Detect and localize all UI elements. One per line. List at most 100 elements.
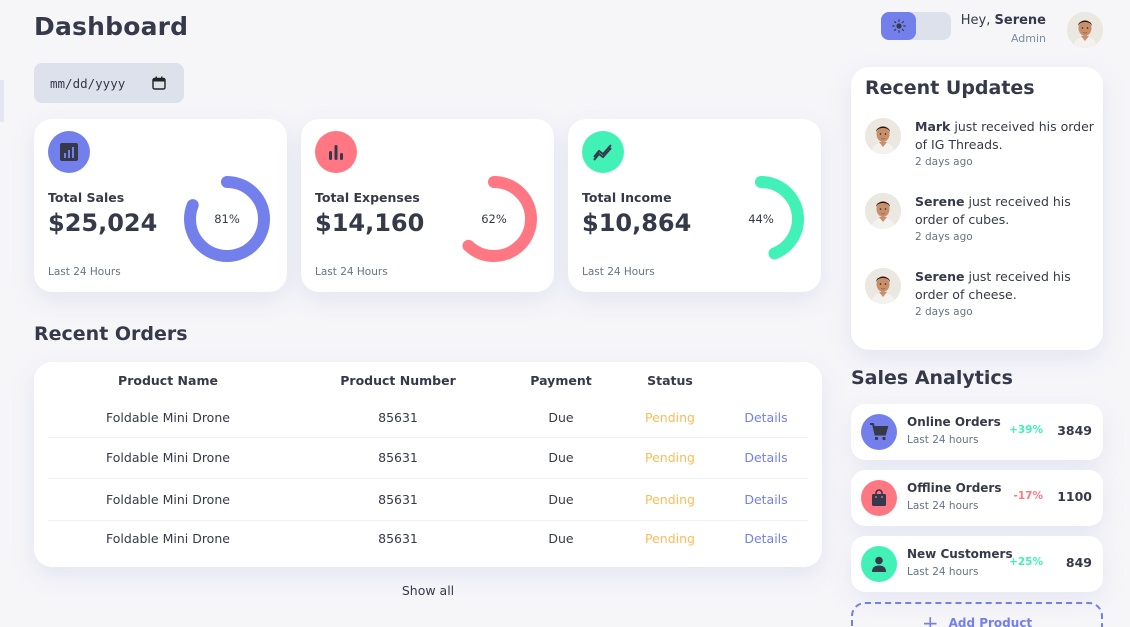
- insight-card-income: Total Income $10,864 Last 24 Hours 44%: [568, 119, 821, 292]
- column-header[interactable]: Product Name: [118, 373, 218, 388]
- calendar-icon[interactable]: [152, 76, 166, 90]
- insight-period: Last 24 Hours: [48, 266, 121, 278]
- avatar: [865, 118, 901, 154]
- row-divider: [48, 437, 808, 438]
- date-input[interactable]: mm/dd/yyyy: [34, 63, 184, 103]
- details-link[interactable]: Details: [744, 410, 787, 425]
- analytics-item-online-orders[interactable]: Online Orders Last 24 hours +39% 3849: [851, 404, 1103, 460]
- analytics-period: Last 24 hours: [907, 434, 979, 446]
- dark-mode-icon: [929, 21, 936, 31]
- order-status: Pending: [645, 450, 695, 465]
- analytics-icon: [48, 131, 90, 173]
- progress-ring: 62%: [451, 176, 537, 262]
- dark-mode-button[interactable]: [916, 12, 951, 40]
- insight-amount: $14,160: [315, 209, 425, 237]
- analytics-change: -17%: [1013, 490, 1044, 502]
- details-link[interactable]: Details: [744, 492, 787, 507]
- column-header[interactable]: Status: [647, 373, 693, 388]
- product-name: Foldable Mini Drone: [106, 410, 230, 425]
- update-user: Serene: [915, 194, 965, 209]
- greeting: Hey, Serene: [961, 13, 1046, 28]
- analytics-title: Offline Orders: [907, 481, 1002, 495]
- profile-info: Hey, Serene Admin: [961, 13, 1046, 45]
- insight-card-expenses: Total Expenses $14,160 Last 24 Hours 62%: [301, 119, 554, 292]
- payment-status: Due: [548, 492, 574, 507]
- sales-analytics-title: Sales Analytics: [851, 367, 1013, 389]
- plus-icon: +: [921, 611, 939, 627]
- payment-status: Due: [548, 410, 574, 425]
- analytics-period: Last 24 hours: [907, 500, 979, 512]
- analytics-item-new-customers[interactable]: New Customers Last 24 hours +25% 849: [851, 536, 1103, 592]
- insight-label: Total Sales: [48, 190, 125, 205]
- light-mode-icon: [891, 19, 906, 33]
- analytics-count: 849: [1065, 555, 1092, 570]
- show-all-link[interactable]: Show all: [402, 583, 454, 598]
- insight-amount: $25,024: [48, 209, 158, 237]
- row-divider: [48, 520, 808, 521]
- product-name: Foldable Mini Drone: [106, 531, 230, 546]
- analytics-period: Last 24 hours: [907, 566, 979, 578]
- analytics-count: 1100: [1057, 489, 1092, 504]
- order-status: Pending: [645, 492, 695, 507]
- insight-label: Total Income: [582, 190, 672, 205]
- update-message: Mark just received his order of IG Threa…: [915, 118, 1095, 154]
- payment-status: Due: [548, 531, 574, 546]
- user-name: Serene: [994, 13, 1046, 28]
- update-time: 2 days ago: [915, 306, 973, 318]
- analytics-change: +25%: [1009, 556, 1043, 568]
- row-divider: [48, 478, 808, 479]
- add-product-label: Add Product: [948, 616, 1033, 627]
- insight-amount: $10,864: [582, 209, 692, 237]
- ring-percent: 44%: [748, 212, 774, 226]
- details-link[interactable]: Details: [744, 450, 787, 465]
- date-placeholder: mm/dd/yyyy: [50, 75, 126, 91]
- details-link[interactable]: Details: [744, 531, 787, 546]
- analytics-change: +39%: [1009, 424, 1043, 436]
- product-number: 85631: [378, 450, 418, 465]
- insight-period: Last 24 Hours: [582, 266, 655, 278]
- analytics-title: New Customers: [907, 547, 1013, 561]
- recent-updates-panel: Recent Updates Mark just received his or…: [851, 67, 1103, 350]
- column-header[interactable]: Product Number: [340, 373, 455, 388]
- order-status: Pending: [645, 410, 695, 425]
- greeting-prefix: Hey,: [960, 13, 991, 28]
- order-status: Pending: [645, 531, 695, 546]
- add-product-button[interactable]: + Add Product: [851, 602, 1103, 627]
- profile-avatar[interactable]: [1067, 12, 1103, 48]
- avatar: [865, 193, 901, 229]
- product-number: 85631: [378, 492, 418, 507]
- product-name: Foldable Mini Drone: [106, 450, 230, 465]
- progress-ring: 44%: [718, 176, 804, 262]
- column-header[interactable]: Payment: [530, 373, 591, 388]
- recent-updates-title: Recent Updates: [865, 77, 1035, 99]
- orders-table: Product Name Product Number Payment Stat…: [34, 362, 822, 567]
- product-number: 85631: [378, 410, 418, 425]
- insight-card-sales: Total Sales $25,024 Last 24 Hours 81%: [34, 119, 287, 292]
- update-message: Serene just received his order of cubes.: [915, 193, 1095, 229]
- person-icon: [861, 546, 897, 582]
- theme-toggler[interactable]: [881, 12, 951, 40]
- ring-percent: 62%: [481, 212, 507, 226]
- payment-status: Due: [548, 450, 574, 465]
- avatar: [865, 268, 901, 304]
- sidebar-edge[interactable]: [0, 80, 4, 122]
- shopping-cart-icon: [861, 414, 897, 450]
- update-time: 2 days ago: [915, 231, 973, 243]
- product-name: Foldable Mini Drone: [106, 492, 230, 507]
- product-number: 85631: [378, 531, 418, 546]
- light-mode-button[interactable]: [881, 12, 916, 40]
- progress-ring: 81%: [184, 176, 270, 262]
- analytics-count: 3849: [1057, 423, 1092, 438]
- bar-chart-icon: [315, 131, 357, 173]
- recent-orders-title: Recent Orders: [34, 323, 188, 345]
- insight-label: Total Expenses: [315, 190, 420, 205]
- insight-period: Last 24 Hours: [315, 266, 388, 278]
- page-title: Dashboard: [34, 12, 189, 41]
- stocks-icon: [582, 131, 624, 173]
- update-time: 2 days ago: [915, 156, 973, 168]
- update-message: Serene just received his order of cheese…: [915, 268, 1095, 304]
- ring-percent: 81%: [214, 212, 240, 226]
- analytics-title: Online Orders: [907, 415, 1001, 429]
- user-role: Admin: [1010, 32, 1046, 45]
- analytics-item-offline-orders[interactable]: Offline Orders Last 24 hours -17% 1100: [851, 470, 1103, 526]
